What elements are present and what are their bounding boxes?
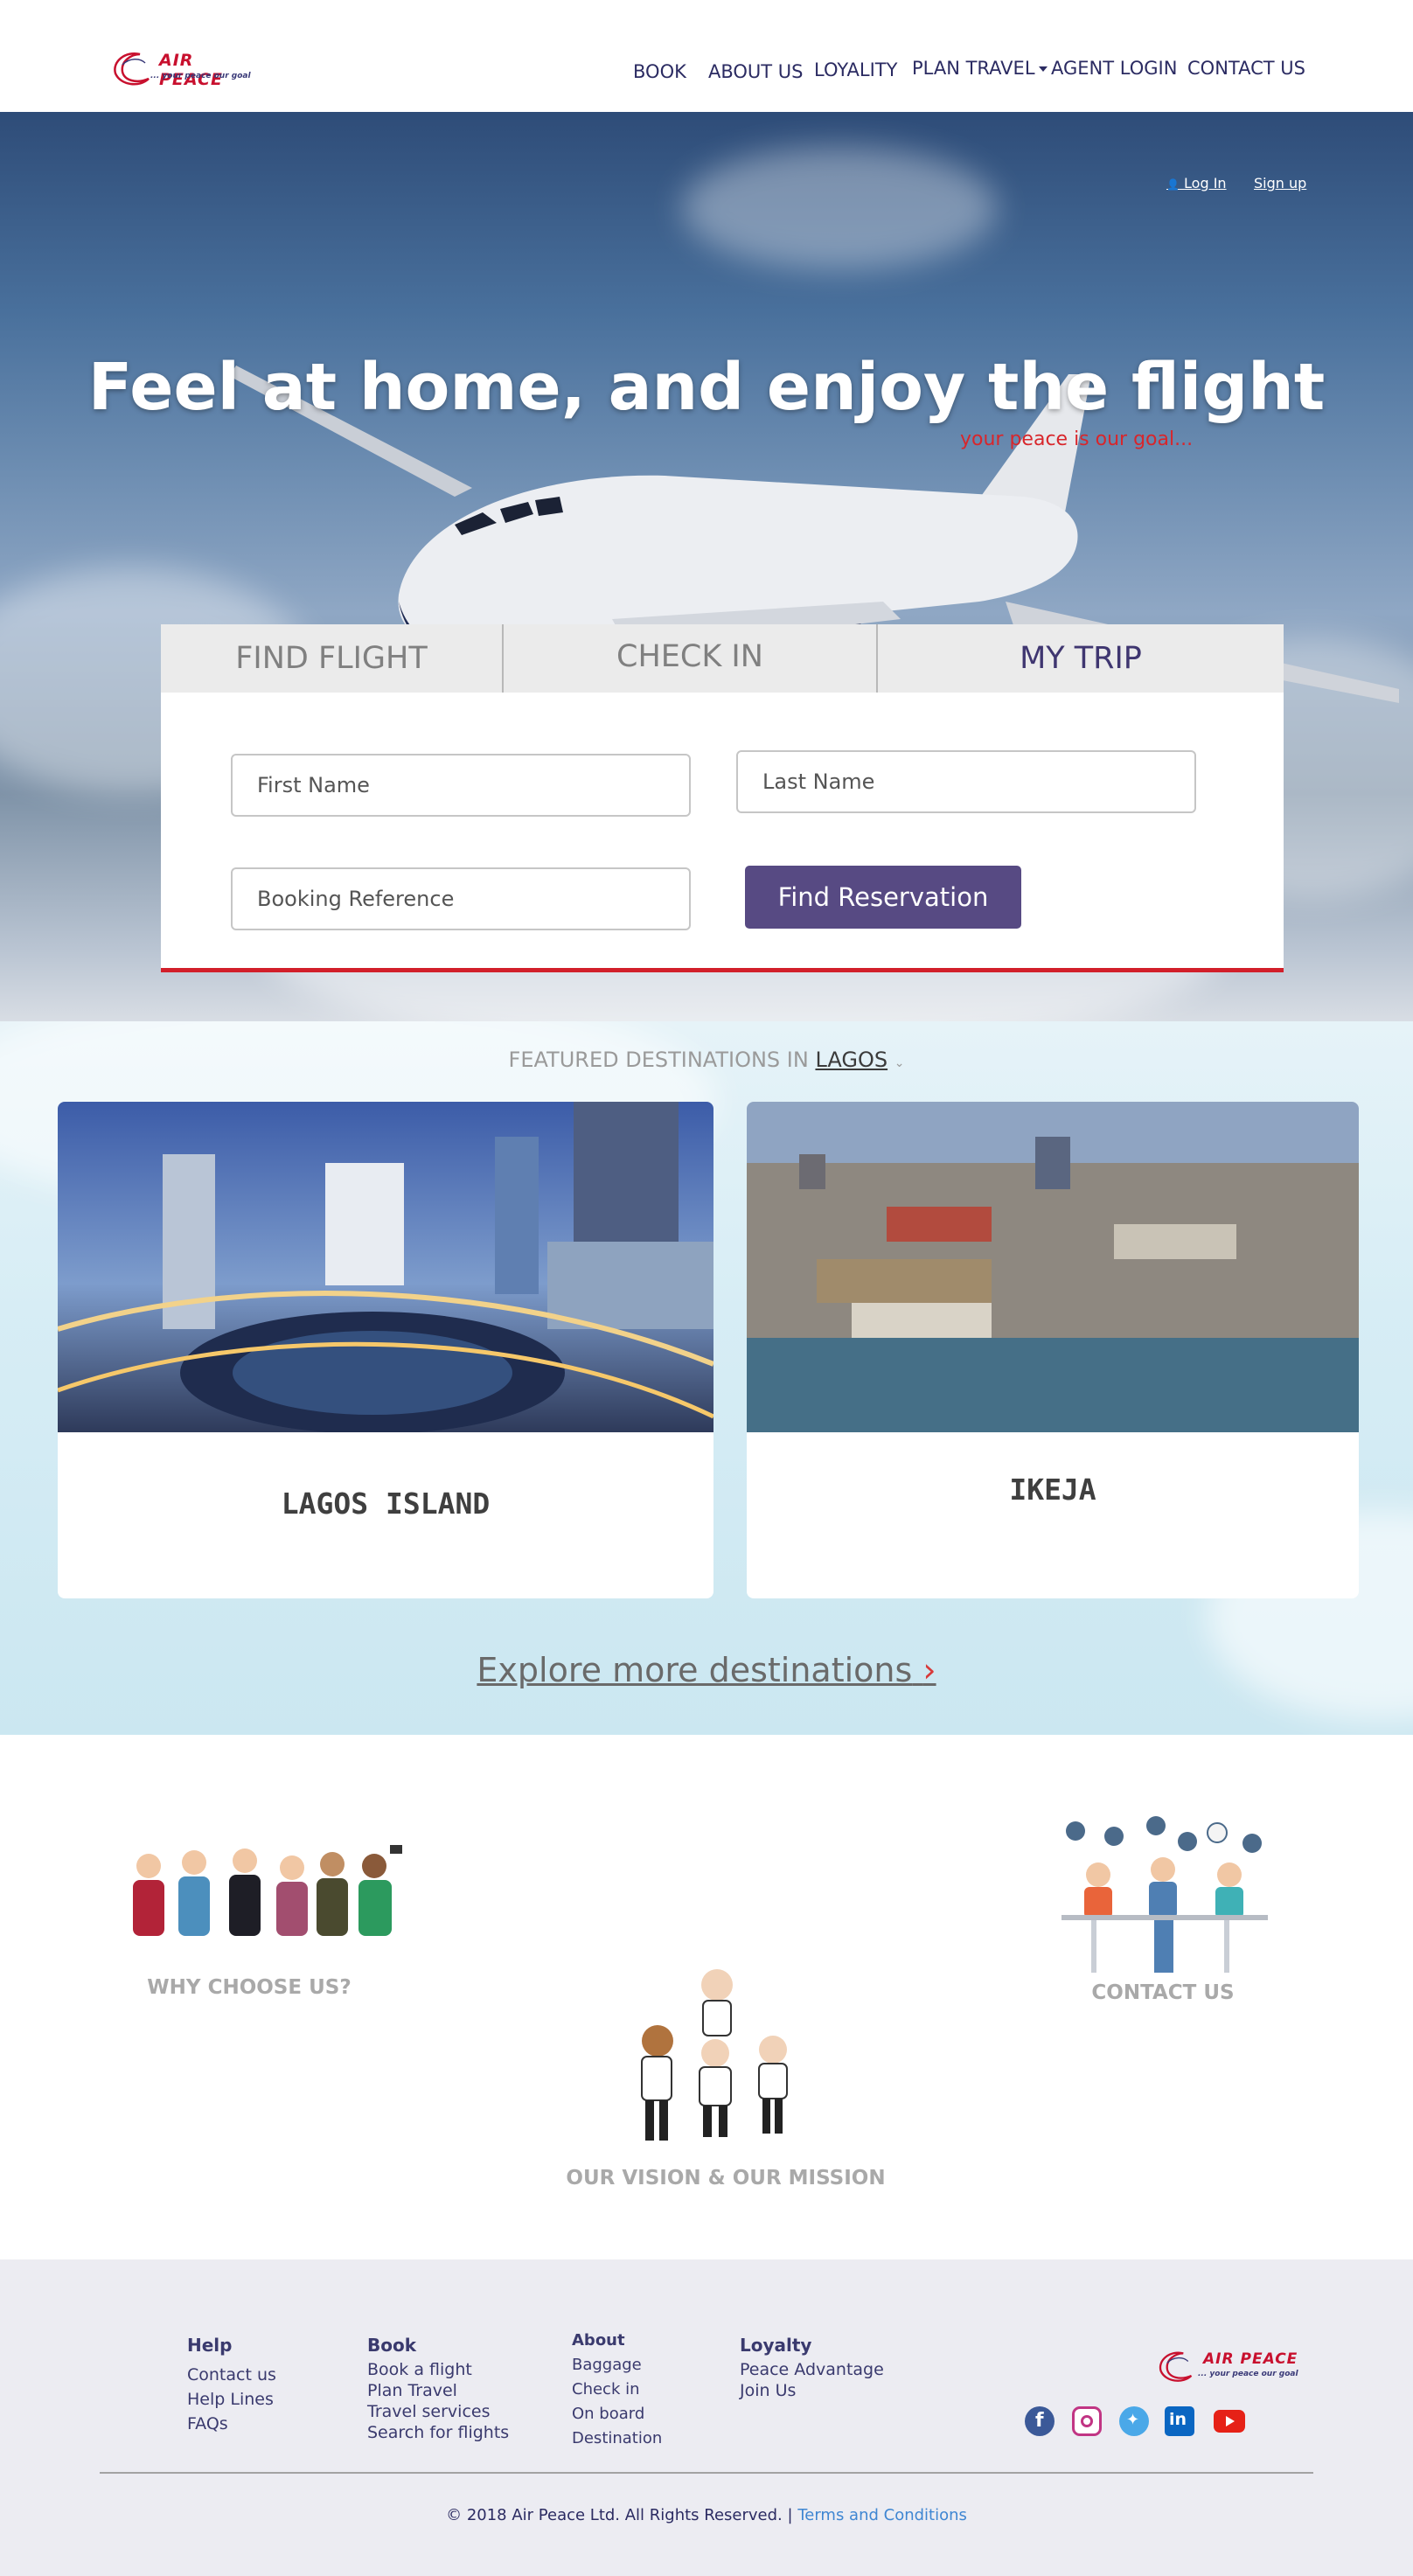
nav-loyality[interactable]: LOYALITY xyxy=(814,59,897,80)
last-name-input[interactable]: Last Name xyxy=(736,750,1196,813)
booking-reference-input[interactable]: Booking Reference xyxy=(231,867,691,930)
footer-about-heading: About xyxy=(572,2331,625,2350)
info-section: WHY CHOOSE US? OUR VISION & OUR MISSION xyxy=(0,1735,1413,2259)
card-title: IKEJA xyxy=(1009,1472,1096,1507)
my-trip-panel: First Name Last Name Booking Reference F… xyxy=(161,693,1284,972)
destination-card-lagos-island[interactable]: LAGOS ISLAND xyxy=(58,1102,713,1598)
footer-link-faqs[interactable]: FAQs xyxy=(187,2412,276,2436)
nav-book[interactable]: BOOK xyxy=(633,61,686,82)
nav-about-us[interactable]: ABOUT US xyxy=(708,61,804,82)
twitter-icon[interactable]: ✦ xyxy=(1119,2406,1149,2436)
copyright: © 2018 Air Peace Ltd. All Rights Reserve… xyxy=(446,2506,967,2524)
user-icon: 👤 xyxy=(1166,178,1180,191)
card-title: LAGOS ISLAND xyxy=(281,1486,491,1521)
vision-mission-link[interactable]: OUR VISION & OUR MISSION xyxy=(560,1962,892,2198)
site-footer: Help Contact us Help Lines FAQs Book Boo… xyxy=(0,2259,1413,2576)
main-nav: BOOK ABOUT US LOYALITY PLAN TRAVEL AGENT… xyxy=(0,54,1413,82)
youtube-icon[interactable] xyxy=(1214,2410,1245,2433)
nav-agent-login[interactable]: AGENT LOGIN xyxy=(1051,58,1177,79)
footer-link-contact-us[interactable]: Contact us xyxy=(187,2363,276,2387)
contact-us-link[interactable]: CONTACT US xyxy=(1049,1814,1277,2015)
featured-destinations: FEATURED DESTINATIONS IN LAGOS ⌄ LAGOS I… xyxy=(0,1021,1413,1735)
nav-plan-travel[interactable]: PLAN TRAVEL xyxy=(912,58,1048,79)
booking-tabs: FIND FLIGHT CHECK IN MY TRIP xyxy=(161,624,1284,693)
find-reservation-button[interactable]: Find Reservation xyxy=(745,866,1021,929)
footer-link-search-flights[interactable]: Search for flights xyxy=(367,2422,509,2443)
footer-loyalty-column: Loyalty Peace Advantage Join Us xyxy=(740,2335,884,2401)
chevron-right-icon: › xyxy=(922,1651,936,1689)
footer-about-column: About Baggage Check in On board Destinat… xyxy=(572,2331,662,2451)
footer-book-column: Book Book a flight Plan Travel Travel se… xyxy=(367,2335,509,2443)
team-cheer-illustration xyxy=(641,1969,788,2141)
site-header: AIR PEACE ... your peace our goal BOOK A… xyxy=(0,0,1413,112)
featured-heading: FEATURED DESTINATIONS IN LAGOS ⌄ xyxy=(508,1048,905,1072)
footer-link-destination[interactable]: Destination xyxy=(572,2426,662,2451)
footer-link-help-lines[interactable]: Help Lines xyxy=(187,2387,276,2412)
chevron-down-icon: ⌄ xyxy=(894,1056,905,1070)
footer-link-on-board[interactable]: On board xyxy=(572,2402,662,2426)
footer-link-book-flight[interactable]: Book a flight xyxy=(367,2359,509,2380)
logo-swoosh-icon xyxy=(1159,2351,1193,2382)
why-choose-us-link[interactable]: WHY CHOOSE US? xyxy=(114,1840,428,2015)
footer-link-join-us[interactable]: Join Us xyxy=(740,2380,884,2401)
tab-check-in[interactable]: CHECK IN xyxy=(504,624,876,693)
booking-widget: FIND FLIGHT CHECK IN MY TRIP First Name … xyxy=(161,624,1284,979)
tab-find-flight[interactable]: FIND FLIGHT xyxy=(161,624,502,693)
contact-us-label: CONTACT US xyxy=(1091,1981,1235,2004)
hero-title: Feel at home, and enjoy the flight xyxy=(87,350,1326,425)
terms-link[interactable]: Terms and Conditions xyxy=(797,2506,967,2524)
nav-plan-travel-label: PLAN TRAVEL xyxy=(912,58,1035,79)
signup-link[interactable]: Sign up xyxy=(1254,175,1306,191)
footer-link-plan-travel[interactable]: Plan Travel xyxy=(367,2380,509,2401)
chevron-down-icon xyxy=(1038,66,1048,72)
footer-air-peace-logo[interactable]: AIR PEACE ... your peace our goal xyxy=(1156,2347,1305,2387)
support-team-illustration xyxy=(1061,1816,1268,1973)
linkedin-icon[interactable]: in xyxy=(1165,2406,1194,2436)
nav-contact-us[interactable]: CONTACT US xyxy=(1187,58,1305,79)
destination-card-ikeja[interactable]: IKEJA xyxy=(747,1102,1359,1598)
footer-divider xyxy=(100,2472,1313,2474)
lagos-island-image xyxy=(58,1102,713,1432)
city-selector[interactable]: LAGOS xyxy=(815,1048,887,1072)
hero-subtitle: your peace is our goal... xyxy=(960,428,1194,450)
footer-link-peace-advantage[interactable]: Peace Advantage xyxy=(740,2359,884,2380)
footer-link-check-in[interactable]: Check in xyxy=(572,2378,662,2402)
tab-my-trip[interactable]: MY TRIP xyxy=(878,624,1284,693)
footer-help-column: Help Contact us Help Lines FAQs xyxy=(187,2335,276,2436)
hero-banner: 👤 Log In Sign up Feel at home, and enjoy… xyxy=(0,112,1413,1021)
people-group-illustration xyxy=(133,1845,402,1936)
facebook-icon[interactable]: f xyxy=(1025,2406,1055,2436)
first-name-input[interactable]: First Name xyxy=(231,754,691,817)
ikeja-image xyxy=(747,1102,1359,1432)
footer-help-heading: Help xyxy=(187,2335,233,2356)
instagram-icon[interactable] xyxy=(1072,2406,1102,2436)
why-choose-us-label: WHY CHOOSE US? xyxy=(147,1976,352,1999)
explore-more-link[interactable]: Explore more destinations › xyxy=(0,1651,1413,1689)
vision-mission-label: OUR VISION & OUR MISSION xyxy=(566,2167,886,2190)
footer-link-travel-services[interactable]: Travel services xyxy=(367,2401,509,2422)
footer-link-baggage[interactable]: Baggage xyxy=(572,2353,662,2378)
footer-loyalty-heading: Loyalty xyxy=(740,2335,812,2356)
login-link[interactable]: 👤 Log In xyxy=(1166,175,1227,191)
footer-book-heading: Book xyxy=(367,2335,417,2356)
